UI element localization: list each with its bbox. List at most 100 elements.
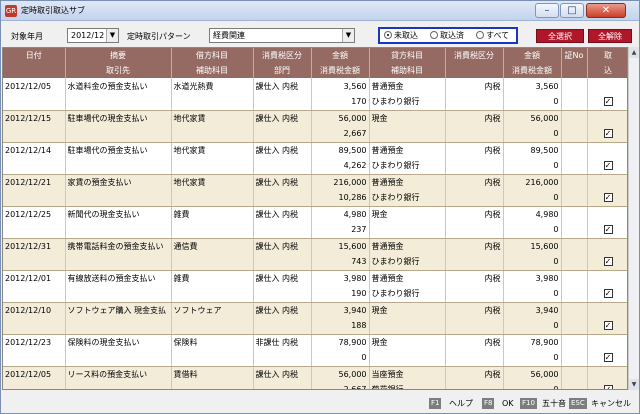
import-checkbox-cell: ✓ xyxy=(587,190,627,207)
import-checkbox-cell: ✓ xyxy=(587,222,627,239)
blank-cell xyxy=(445,286,504,303)
partner-cell xyxy=(65,286,172,303)
vertical-scrollbar[interactable]: ▲ ▼ xyxy=(628,47,639,390)
maximize-button[interactable]: □ xyxy=(560,3,584,18)
radio-all[interactable]: すべて xyxy=(476,30,509,41)
radio-imported[interactable]: 取込済 xyxy=(430,30,464,41)
table-row-detail[interactable]: 2,667 0 ✓ xyxy=(3,126,627,143)
blank-cell xyxy=(3,126,66,143)
blank-cell xyxy=(445,350,504,367)
radio-dot-icon xyxy=(430,31,438,39)
table-row-detail[interactable]: 0 0 ✓ xyxy=(3,350,627,367)
table-row-detail[interactable]: 188 0 ✓ xyxy=(3,318,627,335)
import-checkbox[interactable]: ✓ xyxy=(603,129,613,139)
blank-cell xyxy=(3,222,66,239)
credit-tax-amount-cell: 0 xyxy=(503,382,562,389)
import-checkbox-cell: ✓ xyxy=(587,254,627,271)
amount-cell: 4,980 xyxy=(311,206,370,222)
credit-tax-cell: 内税 xyxy=(445,334,504,350)
blank-cell xyxy=(445,126,504,143)
import-checkbox[interactable]: ✓ xyxy=(603,257,613,267)
table-row[interactable]: 2012/12/23 保険料の現金支払い 保険料 非課仕 内税 78,900 現金 内税 78… xyxy=(3,334,627,350)
transactions-table: 日付 摘要 借方科目 消費税区分 金額 貸方科目 消費税区分 金額 証No 取 … xyxy=(2,47,628,390)
ok-label: OK xyxy=(502,399,514,408)
radio-not-imported[interactable]: 未取込 xyxy=(384,30,418,41)
import-checkbox[interactable]: ✓ xyxy=(603,289,613,299)
credit-tax-amount-cell: 0 xyxy=(503,350,562,367)
f10-key[interactable]: F10 xyxy=(520,398,537,409)
table-row[interactable]: 2012/12/01 有線放送料の預金支払い 雑費 課仕入 内税 3,980 普通預金 内税… xyxy=(3,270,627,286)
gojuon-label: 五十音 xyxy=(542,399,566,408)
import-checkbox[interactable]: ✓ xyxy=(603,353,613,363)
radio-dot-icon xyxy=(476,31,484,39)
partner-cell xyxy=(65,222,172,239)
table-row[interactable]: 2012/12/10 ソフトウェア購入 現金支払 ソフトウェア 課仕入 内税 3,940… xyxy=(3,302,627,318)
chevron-down-icon: ▼ xyxy=(106,29,118,42)
credit-sub-cell xyxy=(369,318,446,335)
tax-cell: 課仕入 内税 xyxy=(253,206,312,222)
table-row[interactable]: 2012/12/14 駐車場代の預金支払い 地代家賃 課仕入 内税 89,500 普通預金… xyxy=(3,142,627,158)
blank-cell xyxy=(3,286,66,303)
scroll-up-icon[interactable]: ▲ xyxy=(629,47,639,58)
date-cell: 2012/12/25 xyxy=(3,206,66,222)
table-row-detail[interactable]: 743 ひまわり銀行 0 ✓ xyxy=(3,254,627,271)
select-all-button[interactable]: 全選択 xyxy=(536,29,584,43)
esc-key[interactable]: ESC xyxy=(569,398,587,409)
close-button[interactable]: ✕ xyxy=(586,3,626,18)
year-month-select[interactable]: 2012/12 ▼ xyxy=(67,28,119,43)
table-row[interactable]: 2012/12/05 水道料金の預金支払い 水道光熱費 課仕入 内税 3,560 普通預金… xyxy=(3,78,627,94)
debit-cell: 保険料 xyxy=(171,334,254,350)
credit-amount-cell: 216,000 xyxy=(503,174,562,190)
dept-cell xyxy=(253,254,312,271)
blank-cell xyxy=(3,158,66,175)
debit-sub-cell xyxy=(171,286,254,303)
col-credit-tax: 消費税区分 xyxy=(445,48,504,63)
table-row-detail[interactable]: 237 0 ✓ xyxy=(3,222,627,239)
import-checkbox-cell: ✓ xyxy=(587,350,627,367)
credit-cell: 当座預金 xyxy=(369,366,446,382)
tax-cell: 課仕入 内税 xyxy=(253,110,312,126)
voucher-cell xyxy=(561,302,588,318)
tax-amount-cell: 237 xyxy=(311,222,370,239)
import-checkbox[interactable]: ✓ xyxy=(603,193,613,203)
import-checkbox[interactable]: ✓ xyxy=(603,225,613,235)
debit-sub-cell xyxy=(171,350,254,367)
credit-cell: 普通預金 xyxy=(369,142,446,158)
import-checkbox[interactable]: ✓ xyxy=(603,97,613,107)
voucher-cell xyxy=(561,366,588,382)
clear-all-button[interactable]: 全解除 xyxy=(588,29,632,43)
table-row[interactable]: 2012/12/15 駐車場代の現金支払い 地代家賃 課仕入 内税 56,000 現金 内税… xyxy=(3,110,627,126)
summary-cell: ソフトウェア購入 現金支払 xyxy=(65,302,172,318)
f1-key[interactable]: F1 xyxy=(429,398,442,409)
table-row[interactable]: 2012/12/31 携帯電話料金の預金支払い 通信費 課仕入 内税 15,600 普通預… xyxy=(3,238,627,254)
table-row[interactable]: 2012/12/25 新聞代の現金支払い 雑費 課仕入 内税 4,980 現金 内税 4,98… xyxy=(3,206,627,222)
import-checkbox[interactable]: ✓ xyxy=(603,321,613,331)
credit-amount-cell: 78,900 xyxy=(503,334,562,350)
credit-sub-cell: 菊花銀行 xyxy=(369,382,446,389)
tax-cell: 課仕入 内税 xyxy=(253,366,312,382)
table-row-detail[interactable]: 190 ひまわり銀行 0 ✓ xyxy=(3,286,627,303)
debit-sub-cell xyxy=(171,158,254,175)
pattern-select[interactable]: 経費関連 ▼ xyxy=(209,28,355,43)
table-row[interactable]: 2012/12/21 家賃の預金支払い 地代家賃 課仕入 内税 216,000 普通預金内… xyxy=(3,174,627,190)
table-row-detail[interactable]: 10,286 ひまわり銀行 0 ✓ xyxy=(3,190,627,207)
table-row[interactable]: 2012/12/05 リース料の預金支払い 賃借料 課仕入 内税 56,000 当座預金内… xyxy=(3,366,627,382)
tax-amount-cell: 10,286 xyxy=(311,190,370,207)
header-row-1: 日付 摘要 借方科目 消費税区分 金額 貸方科目 消費税区分 金額 証No 取 xyxy=(3,48,627,63)
credit-tax-amount-cell: 0 xyxy=(503,254,562,271)
import-checkbox[interactable]: ✓ xyxy=(603,385,613,389)
debit-sub-cell xyxy=(171,222,254,239)
credit-tax-cell: 内税 xyxy=(445,302,504,318)
f8-key[interactable]: F8 xyxy=(482,398,495,409)
table-row-detail[interactable]: 170 ひまわり銀行 0 ✓ xyxy=(3,94,627,111)
col-voucher-no: 証No xyxy=(561,48,588,63)
import-checkbox[interactable]: ✓ xyxy=(603,161,613,171)
table-row-detail[interactable]: 4,262 ひまわり銀行 0 ✓ xyxy=(3,158,627,175)
date-cell: 2012/12/05 xyxy=(3,78,66,94)
minimize-button[interactable]: – xyxy=(535,3,559,18)
import-cell xyxy=(587,174,627,190)
scroll-down-icon[interactable]: ▼ xyxy=(629,379,639,390)
summary-cell: リース料の預金支払い xyxy=(65,366,172,382)
dept-cell xyxy=(253,382,312,389)
table-row-detail[interactable]: 2,667 菊花銀行 0 ✓ xyxy=(3,382,627,389)
